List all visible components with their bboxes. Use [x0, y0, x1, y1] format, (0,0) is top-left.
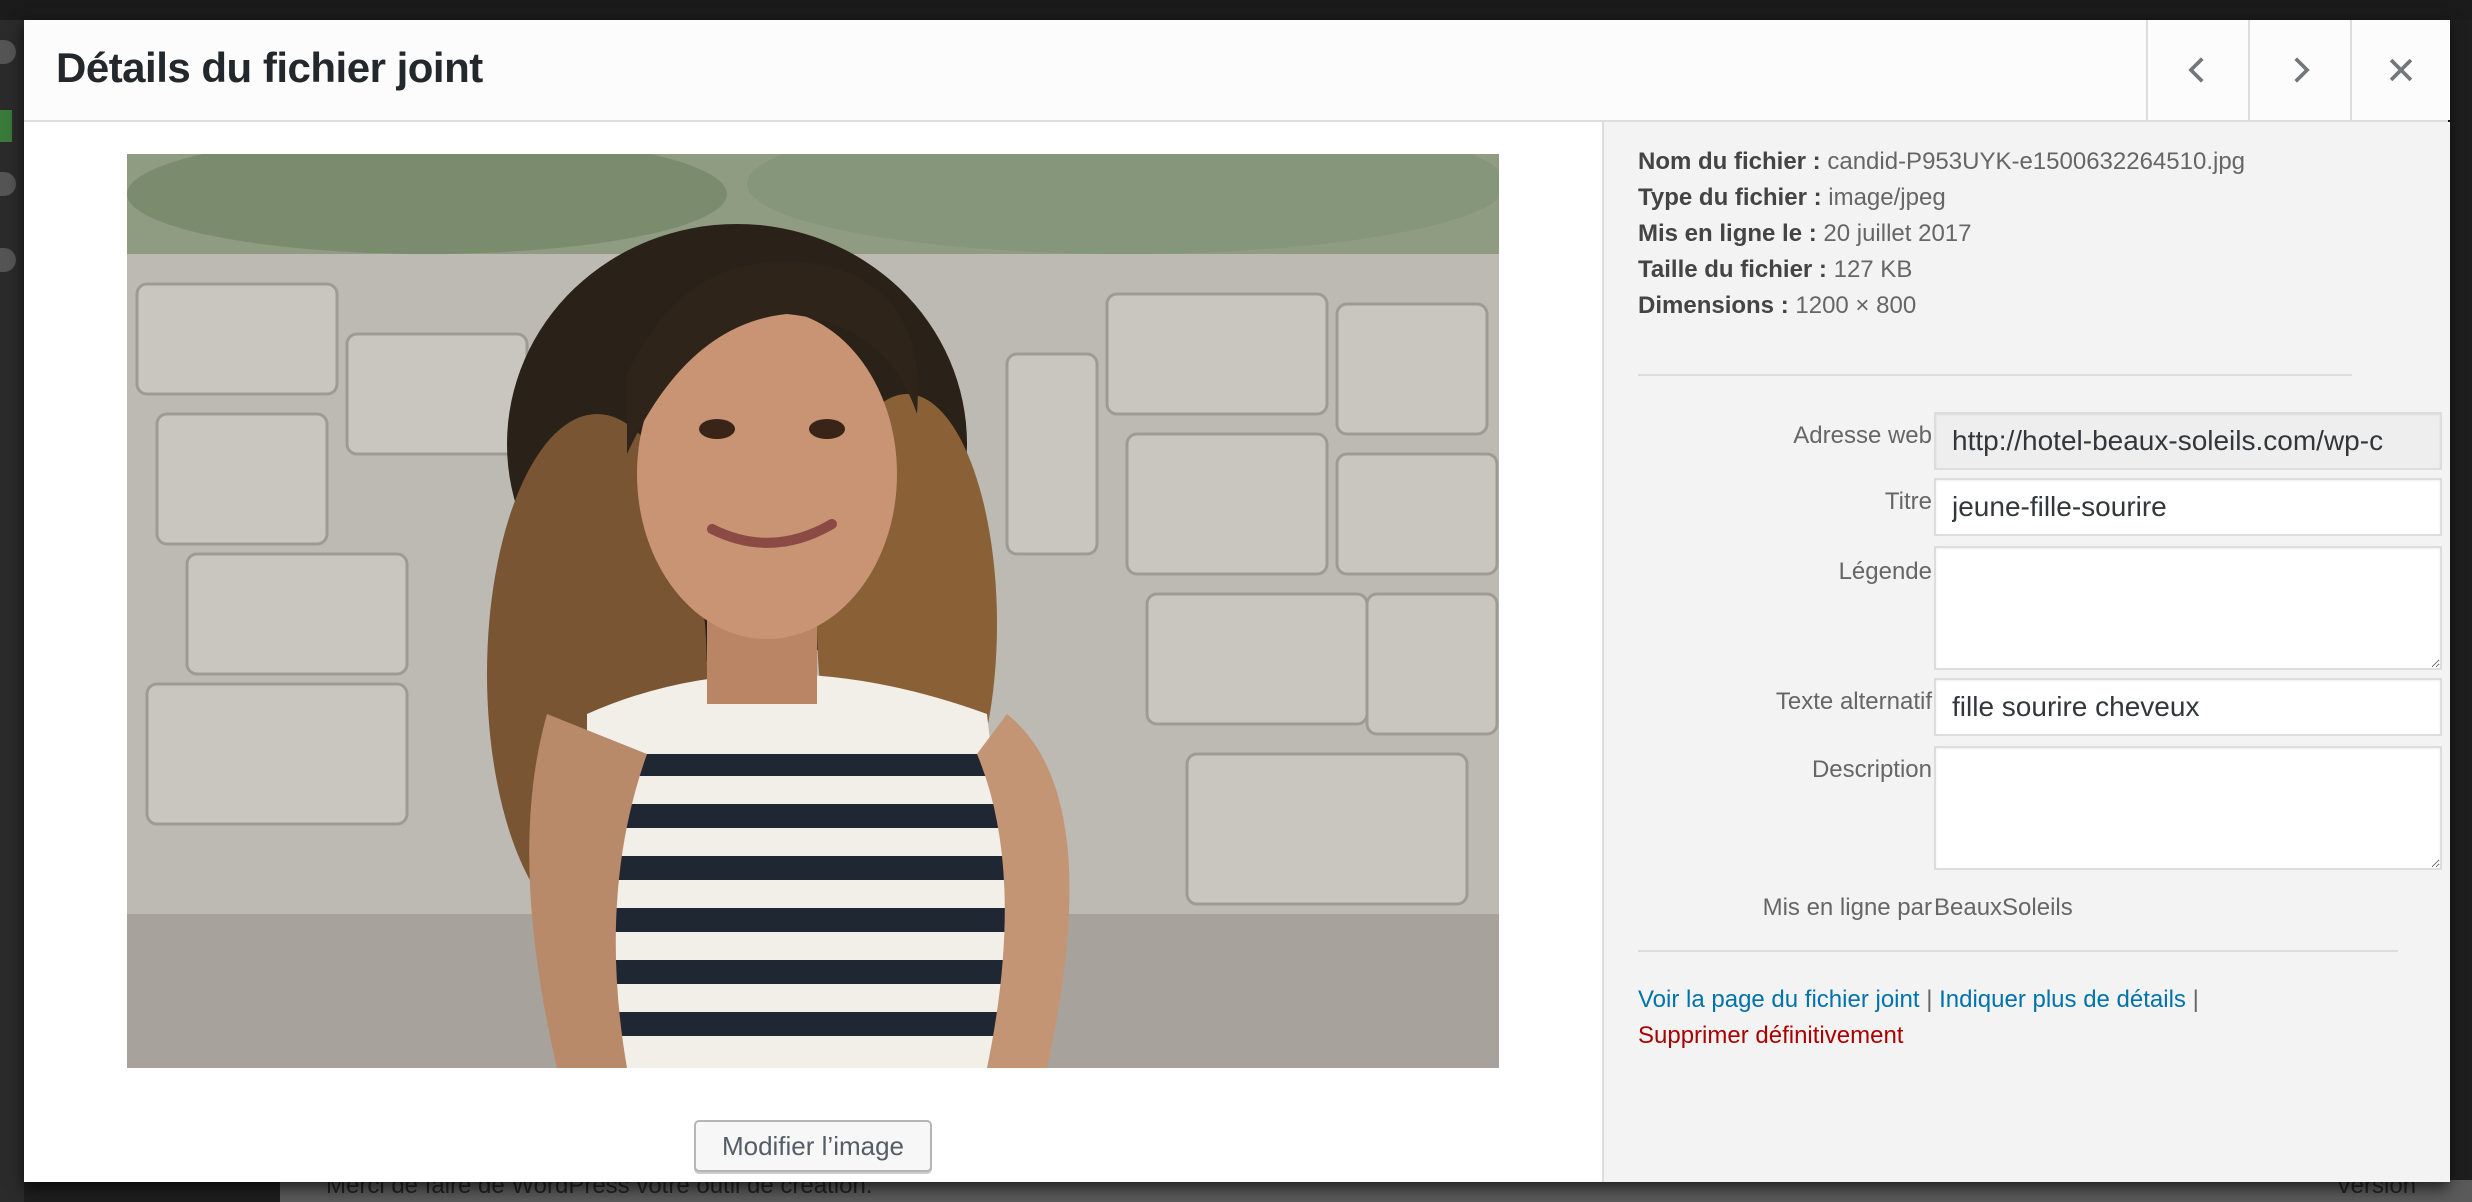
- admin-menu-highlight: [0, 110, 12, 142]
- close-icon: [2389, 58, 2413, 82]
- uploaded-by-label: Mis en ligne par: [1762, 894, 1932, 921]
- meta-dimensions-label: Dimensions :: [1638, 292, 1789, 319]
- meta-dimensions: Dimensions : 1200 × 800: [1638, 288, 2245, 324]
- admin-menu-icon: [0, 40, 16, 64]
- edit-image-button[interactable]: Modifier l’image: [694, 1120, 932, 1172]
- close-modal-button[interactable]: [2350, 20, 2450, 120]
- divider: [1638, 950, 2398, 952]
- caption-field[interactable]: [1934, 546, 2442, 670]
- attachment-actions: Voir la page du fichier joint | Indiquer…: [1638, 982, 2199, 1054]
- modal-header: Détails du fichier joint: [24, 20, 2450, 122]
- view-attachment-page-link[interactable]: Voir la page du fichier joint: [1638, 986, 1920, 1013]
- alt-text-label: Texte alternatif: [1775, 688, 1932, 715]
- description-field[interactable]: [1934, 746, 2442, 870]
- attachment-details-panel: Nom du fichier : candid-P953UYK-e1500632…: [1602, 122, 2450, 1182]
- meta-filename-label: Nom du fichier :: [1638, 148, 1821, 175]
- photo-illustration: [127, 154, 1499, 1068]
- meta-uploaded-label: Mis en ligne le :: [1638, 220, 1817, 247]
- admin-menu-icon: [0, 248, 16, 272]
- file-meta: Nom du fichier : candid-P953UYK-e1500632…: [1638, 144, 2245, 324]
- uploaded-by-value: BeauxSoleils: [1934, 894, 2073, 921]
- media-preview-area: Modifier l’image: [24, 122, 1602, 1182]
- meta-filename: Nom du fichier : candid-P953UYK-e1500632…: [1638, 144, 2245, 180]
- previous-attachment-button[interactable]: [2146, 20, 2248, 120]
- attachment-image: [127, 154, 1499, 1068]
- admin-footer: Merci de faire de WordPress votre outil …: [280, 1172, 2472, 1202]
- meta-filesize-value: 127 KB: [1833, 256, 1913, 283]
- meta-uploaded: Mis en ligne le : 20 juillet 2017: [1638, 216, 2245, 252]
- meta-filetype-label: Type du fichier :: [1638, 184, 1822, 211]
- attachment-details-modal: Détails du fichier joint Modifier l’imag…: [24, 20, 2450, 1182]
- meta-uploaded-value: 20 juillet 2017: [1823, 220, 1972, 247]
- next-attachment-button[interactable]: [2248, 20, 2350, 120]
- action-separator: |: [2192, 986, 2199, 1013]
- url-label: Adresse web: [1793, 422, 1932, 449]
- admin-bar: [0, 0, 2472, 20]
- admin-menu-icon: [0, 172, 16, 196]
- meta-filesize: Taille du fichier : 127 KB: [1638, 252, 2245, 288]
- action-separator: |: [1926, 986, 1933, 1013]
- chevron-left-icon: [2188, 57, 2204, 83]
- admin-sidebar: [0, 20, 24, 1202]
- alt-text-field[interactable]: [1934, 678, 2442, 736]
- delete-permanently-link[interactable]: Supprimer définitivement: [1638, 1022, 1903, 1049]
- meta-filesize-label: Taille du fichier :: [1638, 256, 1827, 283]
- title-label: Titre: [1884, 488, 1932, 515]
- title-field[interactable]: [1934, 478, 2442, 536]
- meta-dimensions-value: 1200 × 800: [1795, 292, 1917, 319]
- description-label: Description: [1811, 756, 1932, 783]
- chevron-right-icon: [2294, 57, 2310, 83]
- meta-filetype-value: image/jpeg: [1828, 184, 1946, 211]
- divider: [1638, 374, 2352, 376]
- meta-filetype: Type du fichier : image/jpeg: [1638, 180, 2245, 216]
- caption-label: Légende: [1838, 558, 1932, 585]
- modal-title: Détails du fichier joint: [56, 44, 483, 91]
- meta-filename-value: candid-P953UYK-e1500632264510.jpg: [1827, 148, 2246, 175]
- edit-more-details-link[interactable]: Indiquer plus de détails: [1939, 986, 2186, 1013]
- url-field[interactable]: [1934, 412, 2442, 470]
